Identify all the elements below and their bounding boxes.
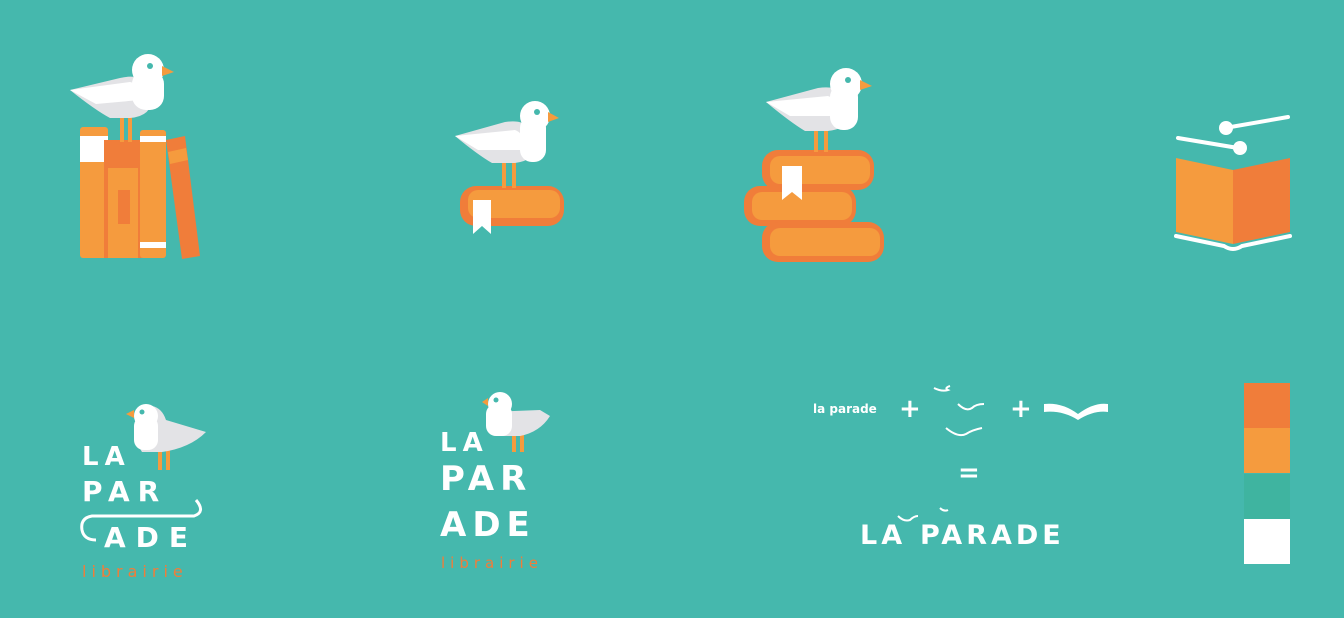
equation-plus-2: + bbox=[1010, 394, 1032, 424]
logo-b-subtitle: librairie bbox=[441, 554, 543, 572]
logo-b-line2: PAR bbox=[440, 459, 533, 499]
equation-result-left: LA bbox=[860, 520, 907, 551]
logo-a-seagull-icon bbox=[80, 404, 206, 542]
logo-a-subtitle: librairie bbox=[82, 562, 188, 581]
palette-swatch-orange-dark bbox=[1244, 383, 1290, 428]
equation-open-book-icon bbox=[1044, 403, 1108, 420]
seagull-on-book-stack-icon bbox=[744, 68, 884, 262]
palette-swatch-orange bbox=[1244, 428, 1290, 473]
logo-a-line3: ADE bbox=[104, 521, 199, 554]
equation-equals: = bbox=[958, 458, 980, 488]
result-bird-icon bbox=[897, 507, 949, 522]
seagull-on-books-upright-icon bbox=[70, 54, 200, 259]
palette-swatch-teal bbox=[1244, 474, 1290, 519]
logo-b-line1: LA bbox=[440, 428, 489, 458]
open-book-with-dots-icon bbox=[1174, 115, 1292, 251]
illustrations bbox=[70, 54, 1292, 542]
equation-birds-icon bbox=[933, 385, 985, 437]
logo-b-seagull-icon bbox=[482, 392, 550, 452]
logo-a-line2: PAR bbox=[82, 475, 168, 508]
seagull-on-single-book-icon bbox=[455, 101, 564, 234]
equation-term-text: la parade bbox=[813, 402, 877, 416]
logo-b-line3: ADE bbox=[440, 505, 536, 545]
equation-plus-1: + bbox=[899, 394, 921, 424]
palette-swatch-white bbox=[1244, 519, 1290, 564]
equation-result-right: PARADE bbox=[920, 520, 1065, 551]
logo-a-line1: LA bbox=[82, 442, 131, 472]
